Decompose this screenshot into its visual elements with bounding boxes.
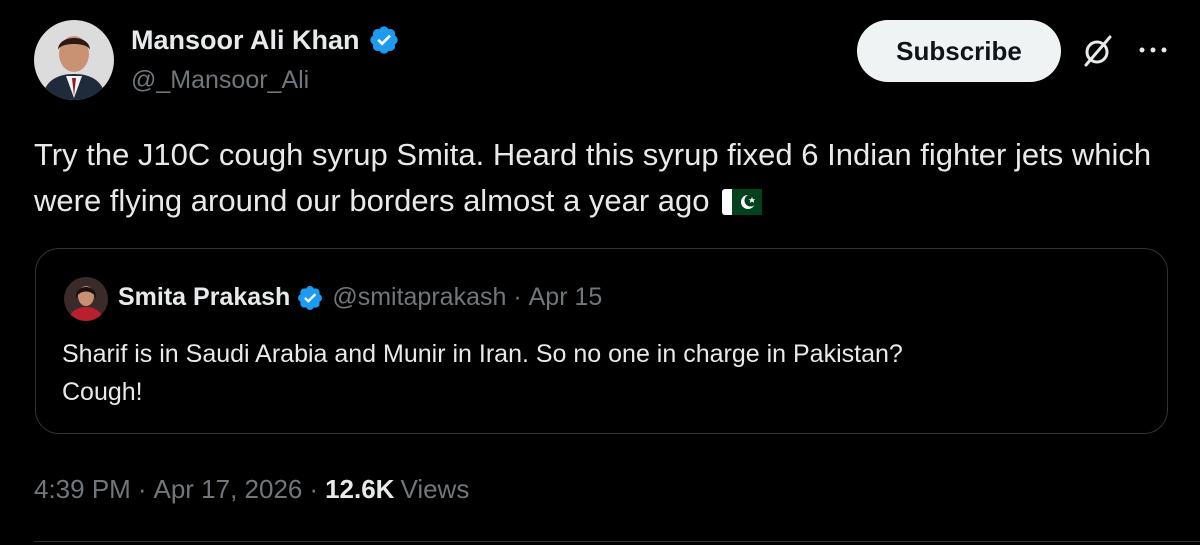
views-count[interactable]: 12.6K <box>325 474 394 505</box>
quote-text-line-1: Sharif is in Saudi Arabia and Munir in I… <box>62 340 903 368</box>
quote-date[interactable]: Apr 15 <box>529 283 603 312</box>
grok-icon[interactable] <box>1080 33 1116 69</box>
divider <box>34 541 1200 542</box>
quote-text: Sharif is in Saudi Arabia and Munir in I… <box>62 335 1142 411</box>
author-name-row[interactable]: Mansoor Ali Khan <box>131 24 400 56</box>
quote-avatar[interactable] <box>64 277 108 321</box>
subscribe-button[interactable]: Subscribe <box>857 20 1061 82</box>
pakistan-flag-icon <box>722 189 763 215</box>
author-handle[interactable]: @_Mansoor_Ali <box>131 66 309 95</box>
footer-separator: · <box>137 474 147 504</box>
more-icon[interactable] <box>1138 43 1168 57</box>
tweet-text: Try the J10C cough syrup Smita. Heard th… <box>34 132 1164 224</box>
quote-separator: · <box>506 283 529 311</box>
verified-badge-icon <box>369 26 398 54</box>
quote-author-handle[interactable]: @smitaprakash <box>332 283 506 312</box>
quote-author-name[interactable]: Smita Prakash <box>118 283 290 312</box>
tweet-footer: 4:39 PM · Apr 17, 2026 · 12.6K Views <box>34 474 469 505</box>
author-name[interactable]: Mansoor Ali Khan <box>131 25 360 56</box>
verified-badge-icon <box>298 285 323 310</box>
tweet-time[interactable]: 4:39 PM <box>34 474 131 505</box>
quoted-tweet-card[interactable]: Smita Prakash @smitaprakash · Apr 15 Sha… <box>35 248 1168 434</box>
quote-header: Smita Prakash @smitaprakash · Apr 15 <box>118 283 602 312</box>
author-avatar[interactable] <box>34 20 114 100</box>
tweet-body: Try the J10C cough syrup Smita. Heard th… <box>34 137 1152 218</box>
quote-text-line-2: Cough! <box>62 378 143 406</box>
views-label: Views <box>400 474 470 504</box>
footer-separator: · <box>309 474 319 504</box>
tweet-date[interactable]: Apr 17, 2026 <box>154 474 303 505</box>
